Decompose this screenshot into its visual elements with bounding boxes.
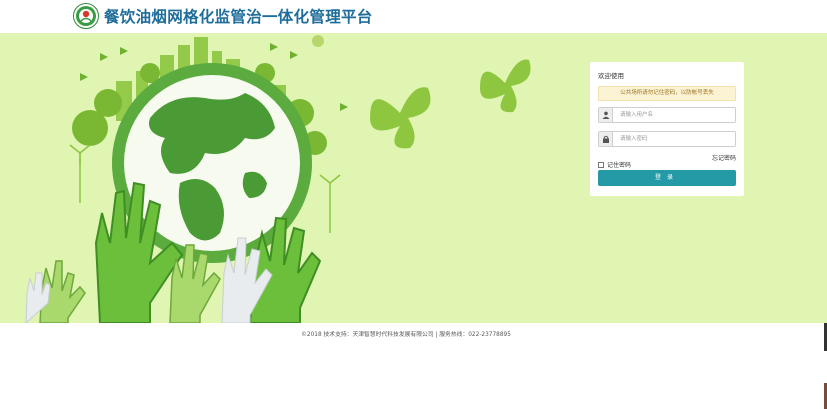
user-icon	[599, 108, 613, 122]
remember-password[interactable]: 记住密码	[598, 154, 631, 169]
hero-banner: 欢迎使用 公共场所请勿记住密码，以防帐号丢失 记住密码 忘记密码 登录	[0, 33, 827, 323]
welcome-heading: 欢迎使用	[598, 72, 624, 80]
username-input[interactable]	[616, 108, 734, 122]
forgot-password-link[interactable]: 忘记密码	[712, 154, 736, 164]
login-button[interactable]: 登录	[598, 170, 736, 186]
footer: ©2018 技术支持：天津智慧时代科技发展有限公司 | 服务热线：022-237…	[0, 323, 827, 409]
password-input[interactable]	[616, 132, 734, 146]
lock-icon	[599, 132, 613, 146]
username-field	[598, 107, 736, 123]
security-notice: 公共场所请勿记住密码，以防帐号丢失	[598, 86, 736, 101]
remember-checkbox[interactable]	[598, 161, 604, 168]
emblem-logo	[73, 3, 99, 29]
footer-copyright: ©2018 技术支持：天津智慧时代科技发展有限公司 | 服务热线：022-237…	[301, 332, 511, 338]
remember-label: 记住密码	[607, 162, 632, 169]
password-field	[598, 131, 736, 147]
login-card: 欢迎使用 公共场所请勿记住密码，以防帐号丢失 记住密码 忘记密码 登录	[590, 62, 744, 196]
site-title: 餐饮油烟网格化监管治一体化管理平台	[104, 7, 373, 26]
header: 餐饮油烟网格化监管治一体化管理平台	[0, 0, 827, 33]
